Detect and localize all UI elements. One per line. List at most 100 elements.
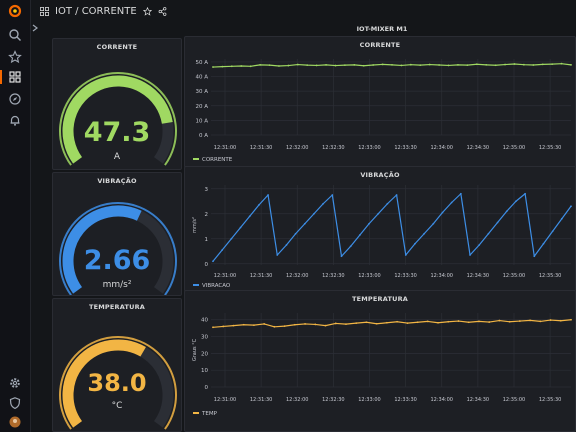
legend-label: VIBRACAO bbox=[202, 283, 231, 289]
data-point bbox=[386, 202, 389, 205]
data-point bbox=[395, 194, 398, 196]
data-point bbox=[487, 232, 490, 235]
data-point bbox=[287, 64, 290, 67]
gear-icon[interactable] bbox=[8, 376, 22, 390]
compass-icon[interactable] bbox=[8, 92, 22, 106]
data-point bbox=[331, 194, 334, 196]
data-point bbox=[513, 63, 516, 65]
data-point bbox=[242, 323, 245, 326]
x-tick-label: 12:31:00 bbox=[214, 397, 236, 403]
y-tick-label: 10 bbox=[201, 368, 208, 374]
timeseries-chart: 0 1 2 3 12:31:00 12:31:30 12:32:00 12:32:30 12:3… bbox=[192, 185, 572, 289]
data-point bbox=[365, 321, 368, 324]
data-point bbox=[518, 320, 521, 322]
data-point bbox=[524, 192, 527, 195]
grafana-logo-icon[interactable] bbox=[8, 4, 22, 18]
shield-icon[interactable] bbox=[8, 396, 22, 410]
data-point bbox=[375, 322, 378, 325]
data-point bbox=[296, 63, 299, 66]
gauge-panel-corrente[interactable]: CORRENTE 47.3 A bbox=[52, 38, 182, 170]
data-point bbox=[232, 324, 235, 327]
star-icon[interactable] bbox=[8, 50, 22, 64]
timeseries-chart: 0 10 20 30 40 12:31:00 12:31:30 12:32:00 12:32:3… bbox=[192, 313, 572, 417]
share-icon[interactable] bbox=[158, 6, 167, 16]
data-point bbox=[494, 64, 497, 67]
row-title[interactable]: IOT-MIXER M1 bbox=[188, 22, 576, 36]
data-point bbox=[416, 321, 419, 324]
x-tick-label: 12:35:30 bbox=[539, 273, 561, 279]
data-point bbox=[515, 200, 517, 203]
data-point bbox=[457, 320, 460, 322]
data-point bbox=[457, 63, 459, 66]
search-icon[interactable] bbox=[8, 28, 22, 42]
data-point bbox=[362, 64, 365, 67]
data-point bbox=[450, 201, 453, 204]
data-point bbox=[306, 64, 309, 67]
breadcrumb-dashboard[interactable]: CORRENTE bbox=[82, 6, 137, 17]
x-tick-label: 12:32:30 bbox=[322, 145, 344, 151]
data-point bbox=[358, 234, 361, 236]
x-tick-label: 12:32:00 bbox=[286, 145, 308, 151]
star-icon[interactable] bbox=[142, 6, 152, 16]
grid-icon[interactable] bbox=[8, 70, 22, 84]
data-point bbox=[447, 320, 450, 323]
data-point bbox=[221, 65, 224, 68]
y-tick-label: 1 bbox=[205, 237, 209, 243]
data-point bbox=[533, 255, 536, 258]
legend-label: CORRENTE bbox=[202, 157, 233, 163]
data-point bbox=[340, 255, 343, 258]
data-point bbox=[353, 63, 356, 66]
data-point bbox=[385, 321, 388, 324]
x-tick-label: 12:31:00 bbox=[214, 273, 236, 279]
x-tick-label: 12:35:30 bbox=[539, 145, 561, 151]
y-tick-label: 3 bbox=[205, 187, 209, 193]
gauge-unit: °C bbox=[111, 401, 123, 411]
x-tick-label: 12:35:00 bbox=[503, 273, 525, 279]
y-tick-label: 20 bbox=[201, 351, 208, 357]
data-point bbox=[212, 326, 214, 329]
data-point bbox=[437, 321, 439, 324]
data-point bbox=[414, 242, 416, 245]
breadcrumb[interactable]: IOT / CORRENTE bbox=[55, 6, 137, 17]
timeseries-panel-temperatura[interactable]: TEMPERATURA 0 10 20 30 40 12:31:00 12:31:30 12:… bbox=[184, 290, 576, 432]
bell-icon[interactable] bbox=[8, 113, 22, 127]
gauge-unit: A bbox=[113, 152, 121, 162]
data-point bbox=[466, 64, 469, 67]
data-point bbox=[508, 320, 511, 323]
timeseries-panel-corrente[interactable]: CORRENTE 0 A 10 A 20 A 30 A 40 A 50 A 12:31:00… bbox=[184, 36, 576, 168]
breadcrumb-folder[interactable]: IOT bbox=[55, 6, 72, 17]
y-axis-label: mm/s² bbox=[192, 217, 198, 233]
data-point bbox=[541, 63, 544, 66]
data-point bbox=[539, 320, 542, 323]
data-point bbox=[240, 65, 243, 67]
x-tick-label: 12:35:30 bbox=[539, 397, 561, 403]
data-point bbox=[372, 64, 375, 66]
data-point bbox=[570, 318, 572, 321]
gauge-panel-vibracao[interactable]: VIBRAÇÃO 2.66 mm/s² bbox=[52, 172, 182, 296]
data-point bbox=[459, 192, 462, 195]
top-bar: IOT / CORRENTE bbox=[30, 0, 576, 22]
data-point bbox=[426, 320, 429, 323]
gauge-panel-temperatura[interactable]: TEMPERATURA 38.0 °C bbox=[52, 298, 182, 432]
timeseries-panel-vibracao[interactable]: VIBRAÇÃO 0 1 2 3 12:31:00 12:31:30 12:32:00 12:… bbox=[184, 166, 576, 292]
gauge-unit: mm/s² bbox=[102, 280, 132, 290]
gauge-arc bbox=[59, 202, 177, 295]
data-point bbox=[505, 210, 508, 213]
data-point bbox=[276, 254, 279, 256]
gauge-arc bbox=[59, 72, 177, 166]
data-point bbox=[542, 242, 545, 245]
y-axis-label: Graus °C bbox=[192, 338, 198, 361]
data-point bbox=[222, 325, 225, 328]
data-point bbox=[268, 64, 271, 67]
data-point bbox=[315, 64, 318, 67]
y-tick-label: 2 bbox=[205, 212, 209, 218]
avatar-icon[interactable] bbox=[8, 415, 22, 429]
gauge-value: 2.66 bbox=[83, 245, 151, 276]
data-point bbox=[355, 322, 358, 324]
data-point bbox=[559, 319, 562, 322]
x-tick-label: 12:34:30 bbox=[467, 273, 489, 279]
data-point bbox=[239, 226, 242, 229]
data-point bbox=[313, 212, 315, 215]
x-tick-label: 12:35:00 bbox=[503, 397, 525, 403]
gauge-value: 47.3 bbox=[83, 117, 151, 148]
